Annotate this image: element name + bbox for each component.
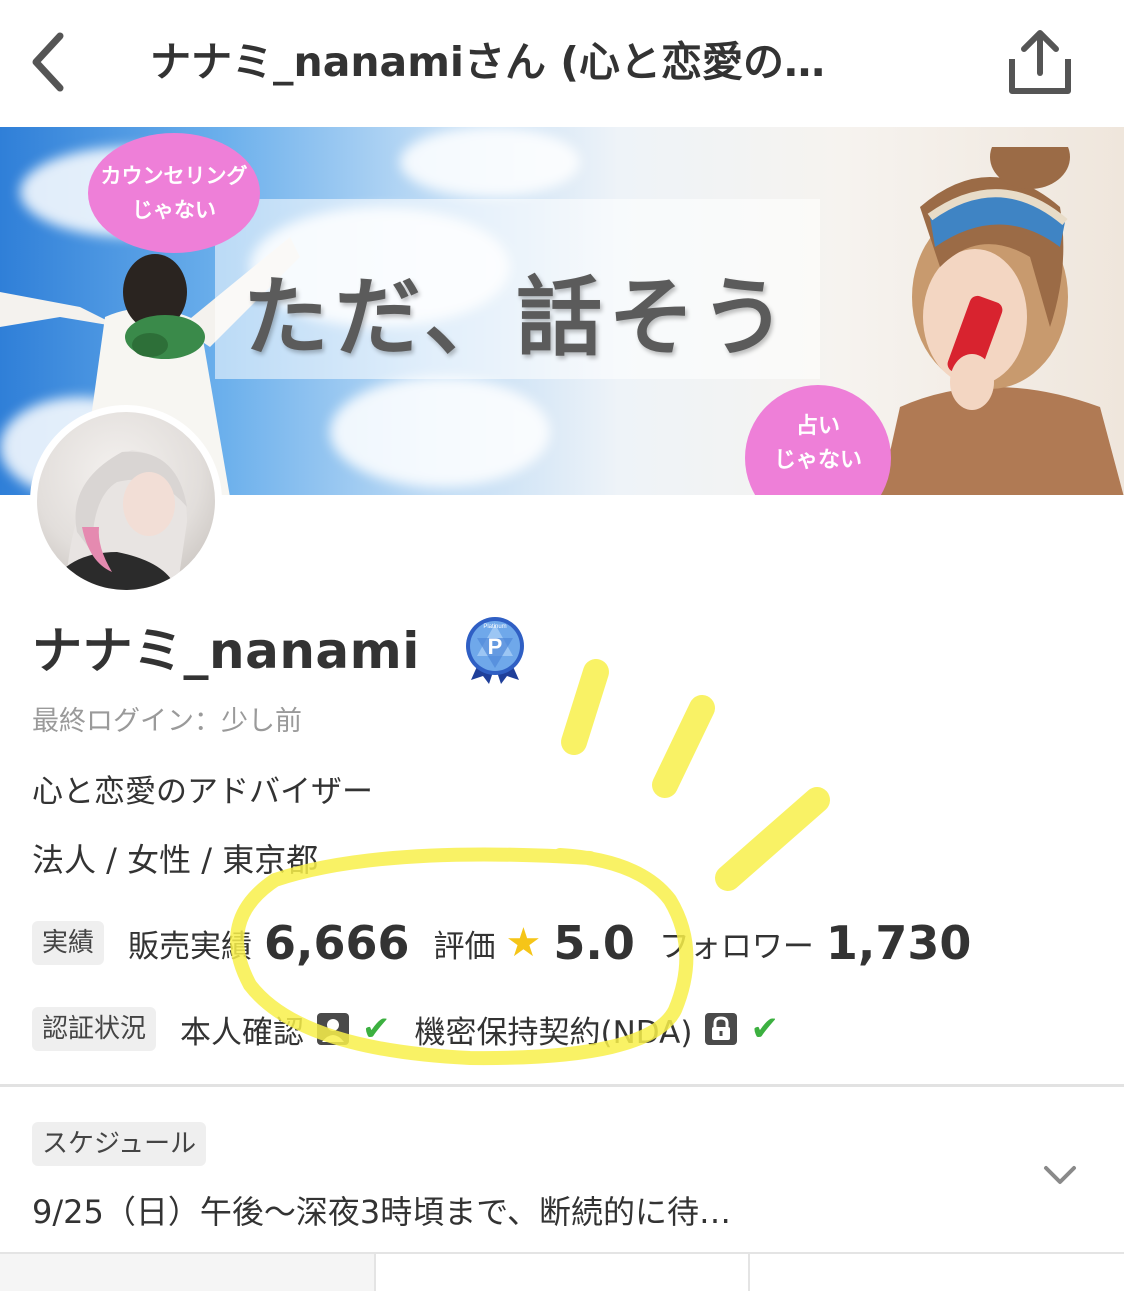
bubble-text-line1: カウンセリング	[100, 163, 248, 188]
badge-label: Platinum	[483, 624, 506, 630]
bottom-tab-cell[interactable]	[0, 1254, 374, 1291]
back-button[interactable]	[18, 22, 78, 102]
platinum-badge-icon: P Platinum	[466, 617, 524, 684]
bottom-tab-strip	[0, 1252, 1124, 1291]
identity-verified-label: 本人確認	[180, 1014, 305, 1051]
schedule-text[interactable]: 9/25（日）午後〜深夜3時頃まで、断続的に待…	[32, 1190, 731, 1234]
banner-headline: ただ、話そう	[242, 267, 793, 368]
bottom-tab-cell[interactable]	[374, 1254, 748, 1291]
identity-check-icon: ✔	[362, 1009, 391, 1049]
bubble-text-line2: じゃない	[132, 197, 216, 222]
chevron-down-icon	[1044, 1166, 1076, 1184]
share-icon	[1009, 30, 1071, 94]
profile-avatar[interactable]	[30, 405, 222, 597]
bubble-text-line2: じゃない	[773, 447, 862, 473]
bubble-text-line1: 占い	[795, 413, 840, 439]
verification-chip: 認証状況	[32, 1007, 157, 1051]
bottom-tab-cell[interactable]	[748, 1254, 1124, 1291]
sales-label: 販売実績	[128, 928, 253, 965]
app-header: ナナミ_nanamiさん (心と恋愛の…	[0, 0, 1124, 127]
sales-value: 6,666	[264, 916, 410, 970]
nda-check-icon: ✔	[750, 1009, 779, 1049]
rating-value: 5.0	[553, 916, 635, 970]
share-button[interactable]	[1002, 24, 1078, 100]
profile-name: ナナミ_nanami	[32, 622, 420, 680]
followers-label[interactable]: フォロワー	[659, 921, 814, 966]
banner-person-right	[880, 147, 1124, 495]
banner-bubble-counseling: カウンセリング じゃない	[88, 133, 260, 253]
profile-tagline: 心と恋愛のアドバイザー	[32, 774, 373, 810]
profile-meta: 法人 / 女性 / 東京都	[32, 841, 319, 879]
schedule-expand-button[interactable]	[1030, 1150, 1090, 1200]
badge-letter: P	[488, 634, 503, 659]
person-id-icon	[316, 1012, 350, 1046]
chevron-left-icon	[32, 32, 64, 92]
stats-row: 実績 販売実績 6,666 評価 ★ 5.0 フォロワー 1,730	[32, 915, 971, 971]
verification-row: 認証状況 本人確認 ✔ 機密保持契約(NDA) ✔	[32, 1004, 779, 1054]
last-login: 最終ログイン：少し前	[32, 706, 302, 737]
avatar-image	[37, 412, 215, 590]
rating-label: 評価	[433, 928, 496, 965]
stats-chip: 実績	[32, 921, 105, 965]
followers-value[interactable]: 1,730	[826, 916, 972, 970]
star-icon: ★	[505, 920, 542, 966]
schedule-chip: スケジュール	[32, 1122, 207, 1166]
page-title: ナナミ_nanamiさん (心と恋愛の…	[150, 38, 825, 86]
nda-label: 機密保持契約(NDA)	[414, 1014, 693, 1051]
section-divider	[0, 1084, 1124, 1087]
lock-icon	[704, 1012, 738, 1046]
